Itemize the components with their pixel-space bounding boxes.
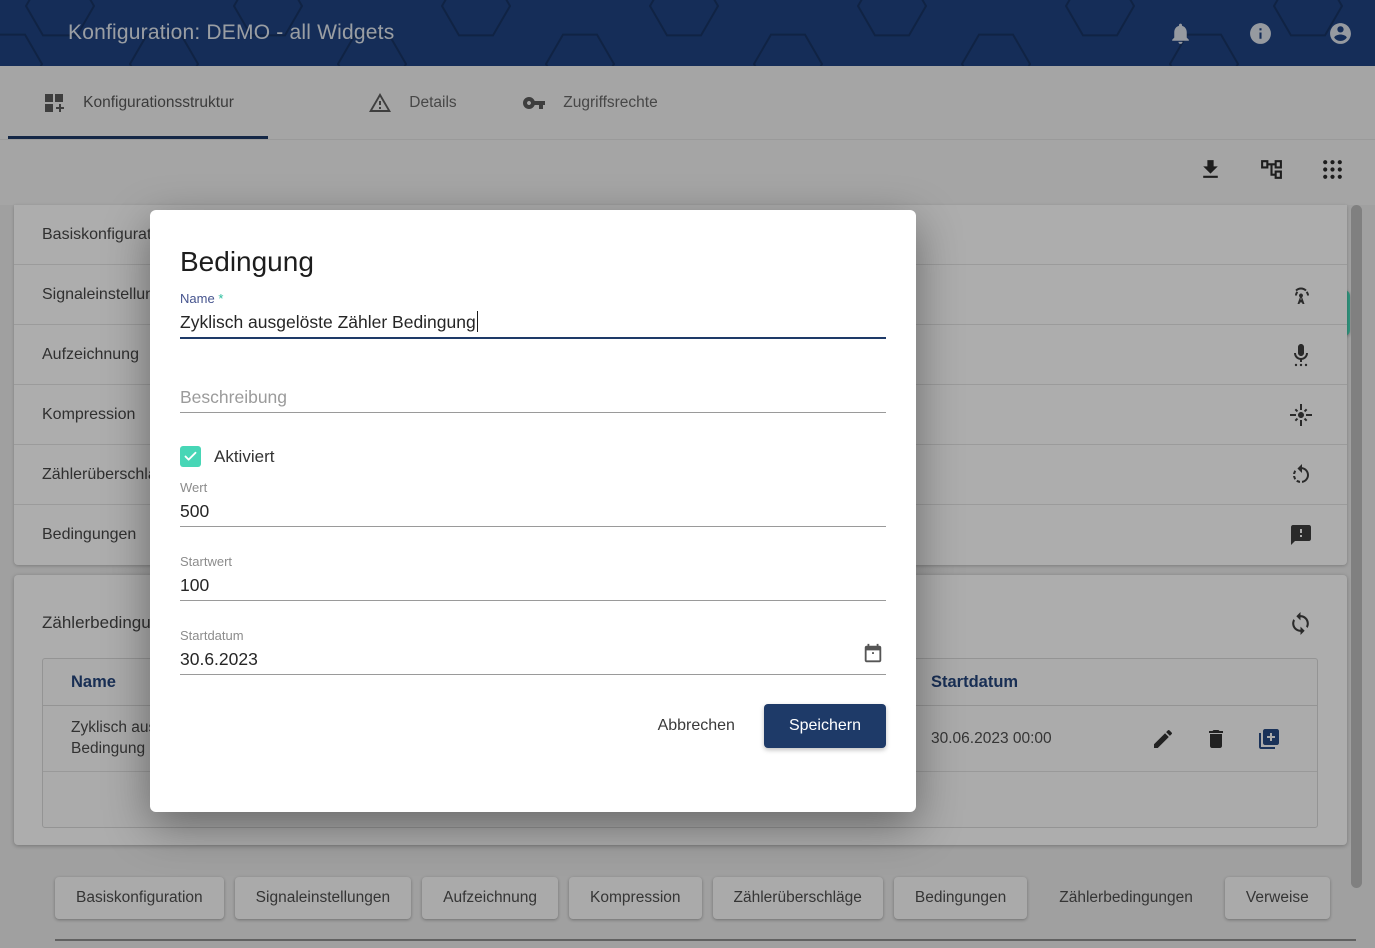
startdatum-input[interactable]: 30.6.2023 xyxy=(180,644,886,674)
required-marker: * xyxy=(218,291,223,306)
startdatum-field[interactable]: Startdatum 30.6.2023 xyxy=(180,628,886,675)
wert-input[interactable]: 500 xyxy=(180,496,886,526)
bedingung-dialog: Bedingung Name * Zyklisch ausgelöste Zäh… xyxy=(150,210,916,812)
description-underline xyxy=(180,412,886,413)
startwert-field-label: Startwert xyxy=(180,554,886,570)
name-field-label: Name * xyxy=(180,291,886,307)
aktiviert-label: Aktiviert xyxy=(214,447,274,467)
wert-field-label: Wert xyxy=(180,480,886,496)
dialog-title: Bedingung xyxy=(180,244,886,280)
name-field[interactable]: Name * Zyklisch ausgelöste Zähler Beding… xyxy=(180,291,886,339)
startwert-field[interactable]: Startwert 100 xyxy=(180,554,886,601)
startwert-underline xyxy=(180,600,886,601)
name-underline-focused xyxy=(180,337,886,339)
startwert-input[interactable]: 100 xyxy=(180,570,886,600)
description-input[interactable]: Beschreibung xyxy=(180,382,886,412)
wert-underline xyxy=(180,526,886,527)
wert-field[interactable]: Wert 500 xyxy=(180,480,886,527)
app-screen: Konfiguration: DEMO - all Widgets Konfig… xyxy=(0,0,1375,948)
aktiviert-checkbox-row[interactable]: Aktiviert xyxy=(180,446,886,467)
dialog-save-button[interactable]: Speichern xyxy=(764,704,886,748)
name-input[interactable]: Zyklisch ausgelöste Zähler Bedingung xyxy=(180,307,886,337)
text-cursor xyxy=(477,311,479,332)
checkbox-checked-icon[interactable] xyxy=(180,446,201,467)
name-input-value: Zyklisch ausgelöste Zähler Bedingung xyxy=(180,312,476,332)
description-field[interactable]: Beschreibung xyxy=(180,382,886,413)
dialog-cancel-button[interactable]: Abbrechen xyxy=(639,706,754,746)
name-label-text: Name xyxy=(180,291,215,306)
startdatum-field-label: Startdatum xyxy=(180,628,886,644)
calendar-icon[interactable] xyxy=(862,643,884,665)
startdatum-underline xyxy=(180,674,886,675)
